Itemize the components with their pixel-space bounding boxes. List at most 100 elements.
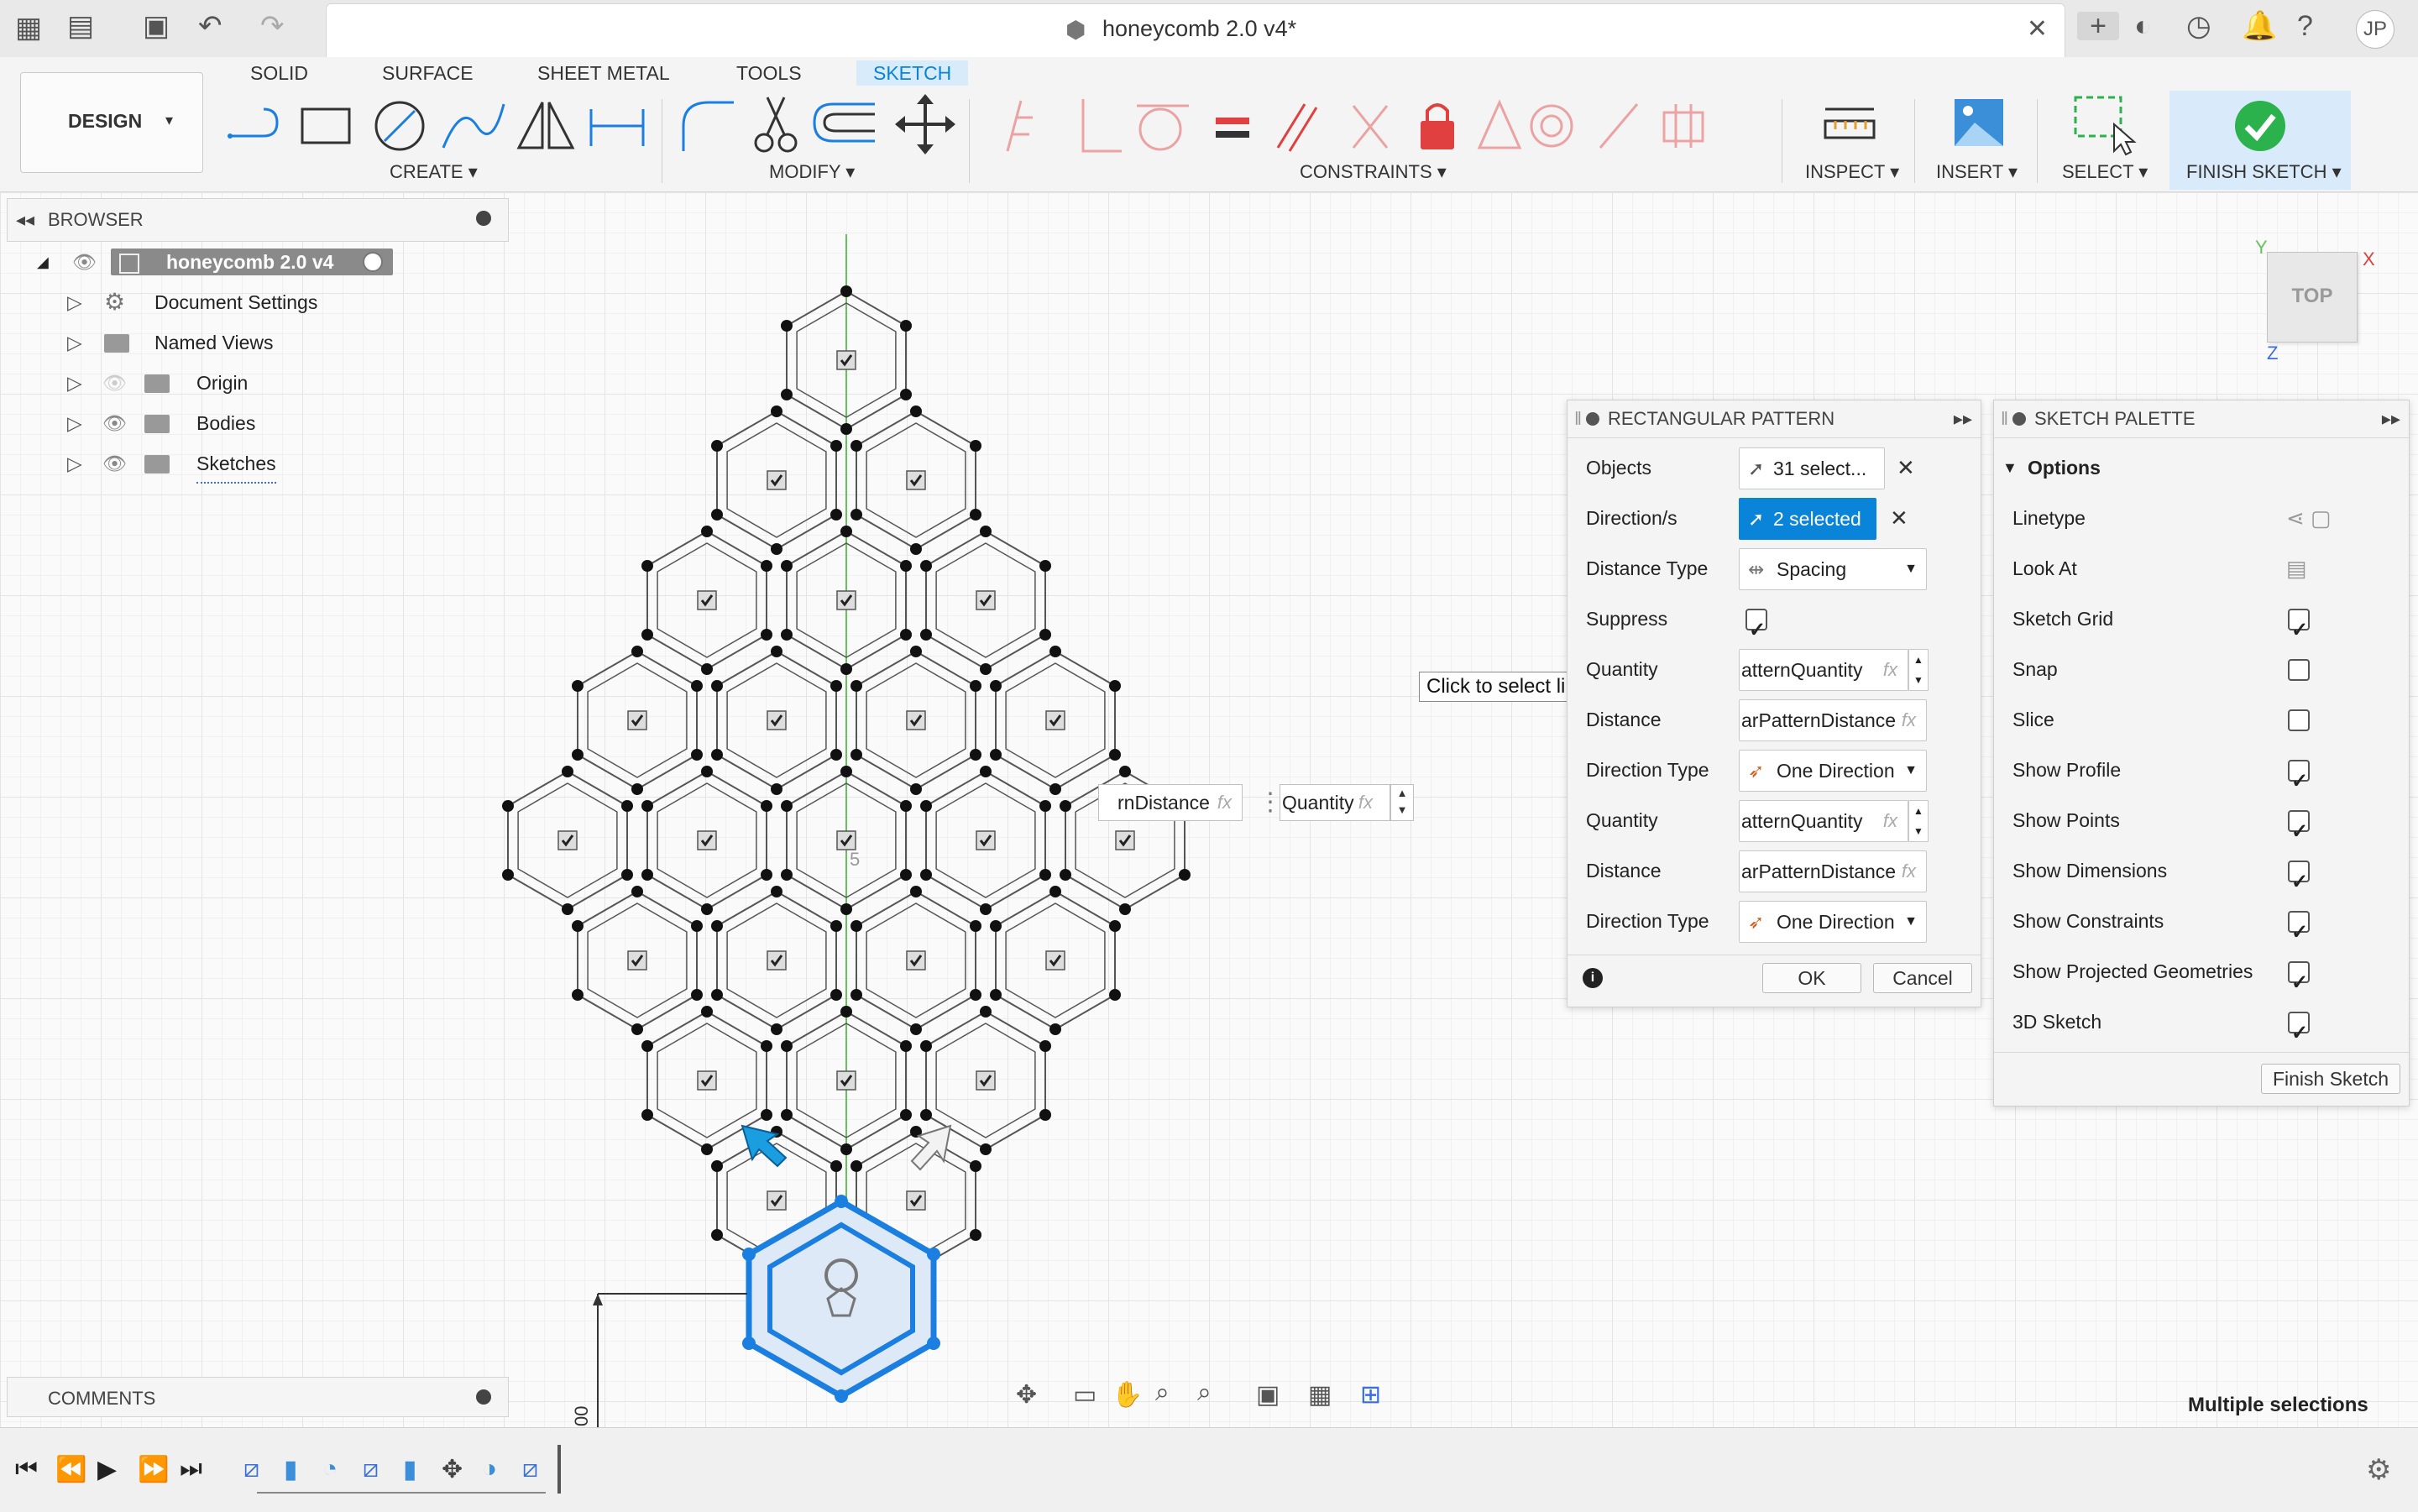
hex-cell[interactable] — [850, 886, 981, 1035]
extensions-icon[interactable]: ◐ — [2134, 12, 2152, 40]
fillet-tool-icon[interactable] — [682, 101, 734, 151]
display-settings-icon[interactable]: ▣ — [1256, 1380, 1280, 1410]
activate-radio-icon[interactable] — [363, 252, 383, 272]
expand-dialog-icon[interactable]: ▸▸ — [1954, 400, 1972, 437]
play-icon[interactable]: ▶ — [97, 1455, 117, 1484]
inline-distance-field[interactable]: rnDistance fx — [1098, 784, 1243, 821]
insert-menu[interactable]: INSERT ▾ — [1936, 161, 2018, 183]
eye-icon[interactable]: 👁 — [102, 405, 127, 442]
select-menu[interactable]: SELECT ▾ — [2062, 161, 2148, 183]
expand-triangle-icon[interactable]: ▷ — [67, 364, 82, 401]
insert-image-icon[interactable] — [1951, 92, 2010, 160]
look-at-icon[interactable]: ▭ — [1073, 1380, 1096, 1410]
hex-cell[interactable] — [990, 886, 1121, 1035]
fit-zoom-icon[interactable]: ⌕ — [1197, 1379, 1212, 1407]
move-feature-icon[interactable]: ✥ — [442, 1455, 463, 1484]
hex-cell[interactable] — [850, 646, 981, 795]
hex-cell[interactable] — [850, 405, 981, 555]
expand-triangle-icon[interactable]: ▷ — [67, 405, 82, 442]
palette-checkbox[interactable] — [2288, 958, 2310, 1008]
apps-grid-icon[interactable]: ▦ — [15, 13, 42, 42]
hidden-eye-icon[interactable]: 👁 — [102, 364, 127, 401]
expanded-triangle-icon[interactable]: ◢ — [37, 243, 49, 280]
symmetry-constraint-icon[interactable] — [1662, 104, 1704, 148]
dialog-options-icon[interactable] — [1586, 412, 1599, 426]
hex-cell[interactable] — [641, 526, 772, 675]
hex-cell[interactable] — [711, 886, 842, 1035]
line-tool-icon[interactable] — [228, 107, 279, 139]
zoom-icon[interactable]: ⌕ — [1155, 1379, 1170, 1407]
palette-checkbox[interactable] — [2288, 857, 2310, 908]
coincident-constraint-icon[interactable] — [1006, 100, 1033, 152]
midpoint-constraint-icon[interactable] — [1477, 99, 1522, 149]
hex-cell[interactable] — [990, 646, 1121, 795]
sketch-feature-icon[interactable]: ⧄ — [363, 1455, 379, 1483]
notifications-icon[interactable]: 🔔 — [2242, 12, 2277, 40]
options-section-header[interactable]: ▼ Options — [1994, 442, 2409, 493]
collapse-left-icon[interactable]: ◂◂ — [16, 209, 34, 231]
close-tab-icon[interactable]: ✕ — [2027, 14, 2048, 44]
tab-sketch[interactable]: SKETCH — [856, 60, 969, 86]
add-comment-icon[interactable] — [476, 1389, 491, 1405]
eye-icon[interactable]: 👁 — [102, 445, 127, 482]
window-select-icon[interactable] — [2070, 92, 2138, 160]
timeline-marker[interactable] — [557, 1445, 561, 1494]
hex-cell[interactable] — [711, 405, 842, 555]
redo-icon[interactable]: ↷ — [260, 12, 285, 40]
selected-hexagon[interactable] — [742, 1195, 940, 1403]
pan-hand-icon[interactable]: ✋ — [1112, 1380, 1143, 1410]
offset-tool-icon[interactable] — [813, 102, 875, 143]
extrude-feature-icon[interactable]: ▮ — [284, 1455, 298, 1484]
palette-checkbox[interactable] — [2288, 605, 2310, 656]
split-feature-icon[interactable]: ◑ — [482, 1455, 497, 1483]
palette-checkbox[interactable] — [2288, 659, 2310, 681]
view-cube-top-face[interactable]: TOP — [2268, 285, 2357, 308]
step-forward-icon[interactable]: ⏩ — [138, 1455, 169, 1484]
new-tab-icon[interactable]: + — [2077, 12, 2119, 40]
expand-triangle-icon[interactable]: ▷ — [67, 445, 82, 482]
direction-type-1-select[interactable]: ➶ One Direction ▼ — [1739, 750, 1927, 792]
step-back-icon[interactable]: ⏪ — [55, 1455, 86, 1484]
sketch-feature-icon[interactable]: ⧄ — [243, 1455, 259, 1483]
hex-cell[interactable] — [502, 766, 633, 915]
sketch-feature-icon[interactable]: ⧄ — [522, 1455, 538, 1483]
hex-cell[interactable] — [920, 766, 1051, 915]
clear-directions-icon[interactable]: ✕ — [1890, 493, 1908, 543]
expand-triangle-icon[interactable]: ▷ — [67, 284, 82, 321]
objects-selection[interactable]: ➚ 31 select... — [1739, 447, 1885, 489]
document-tab[interactable]: ⬢ honeycomb 2.0 v4* ✕ — [326, 3, 2065, 58]
constraints-menu[interactable]: CONSTRAINTS ▾ — [1300, 161, 1447, 183]
browser-item-named-views[interactable]: ▷ Named Views — [0, 324, 470, 361]
inline-quantity-field[interactable]: Quantity fx — [1280, 784, 1390, 821]
extrude-feature-icon[interactable]: ▮ — [403, 1455, 417, 1484]
orbit-icon[interactable]: ✥ — [1016, 1380, 1037, 1410]
distance-type-select[interactable]: ⇹ Spacing ▼ — [1739, 548, 1927, 590]
distance-1-input[interactable]: arPatternDistance fx — [1739, 699, 1927, 741]
palette-checkbox[interactable] — [2288, 807, 2310, 857]
user-avatar[interactable]: JP — [2356, 10, 2394, 49]
trim-scissors-icon[interactable] — [754, 97, 798, 153]
suppress-checkbox[interactable] — [1745, 605, 1767, 656]
info-icon[interactable]: i — [1583, 968, 1603, 988]
hex-cell[interactable] — [711, 646, 842, 795]
quantity-2-input[interactable]: atternQuantity fx — [1739, 800, 1908, 842]
measure-ruler-icon[interactable] — [1822, 92, 1881, 160]
palette-header[interactable]: ‖ SKETCH PALETTE ▸▸ — [1994, 400, 2409, 438]
gear-icon[interactable]: ⚙ — [2366, 1453, 2391, 1487]
browser-options-icon[interactable] — [476, 211, 491, 226]
browser-item-sketches[interactable]: ▷ 👁 Sketches — [0, 445, 470, 484]
equal-constraint-icon[interactable] — [1216, 118, 1249, 138]
linetype-icon[interactable]: ⋖ ▢ — [2286, 493, 2332, 543]
clear-objects-icon[interactable]: ✕ — [1897, 442, 1915, 493]
quantity-2-stepper[interactable]: ▲ ▼ — [1908, 800, 1929, 842]
distance-2-input[interactable]: arPatternDistance fx — [1739, 850, 1927, 892]
dialog-header[interactable]: ‖ RECTANGULAR PATTERN ▸▸ — [1568, 400, 1981, 438]
hex-cell[interactable] — [572, 646, 703, 795]
hex-cell[interactable] — [641, 766, 772, 915]
drag-handle-icon[interactable]: ‖ — [1574, 400, 1582, 437]
finish-sketch-palette-button[interactable]: Finish Sketch — [2261, 1064, 2400, 1094]
palette-options-icon[interactable] — [2012, 412, 2026, 426]
expand-palette-icon[interactable]: ▸▸ — [2382, 400, 2400, 437]
browser-panel-header[interactable]: ◂◂ BROWSER — [7, 198, 509, 242]
timeline-features[interactable]: ⧄ ▮ ◔ ⧄ ▮ ✥ ◑ ⧄ — [243, 1452, 554, 1488]
